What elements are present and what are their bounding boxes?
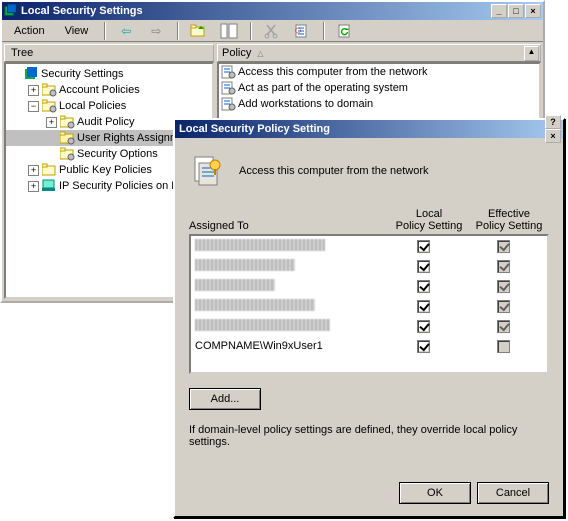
assigned-to-row[interactable]: [191, 256, 547, 276]
tree-tab[interactable]: Tree: [4, 44, 214, 62]
assigned-to-row[interactable]: [191, 296, 547, 316]
policy-item-label: Access this computer from the network: [238, 66, 428, 78]
dialog-titlebar[interactable]: Local Security Policy Setting ? ×: [175, 120, 563, 138]
refresh-icon[interactable]: [334, 21, 356, 41]
effective-policy-checkbox: [497, 260, 510, 273]
policy-list-item[interactable]: Add workstations to domain: [219, 96, 539, 112]
policy-item-label: Add workstations to domain: [238, 98, 373, 110]
policy-setting-dialog: Local Security Policy Setting ? × Access…: [173, 118, 565, 518]
folder-icon: [42, 163, 56, 177]
shield-icon: [24, 67, 38, 81]
local-policy-checkbox[interactable]: [417, 260, 430, 273]
minimize-button[interactable]: _: [491, 4, 507, 18]
app-icon: [4, 4, 18, 18]
effective-policy-checkbox: [497, 300, 510, 313]
tree-spacer: [46, 149, 57, 160]
main-title: Local Security Settings: [21, 5, 491, 17]
assigned-to-name: [195, 319, 383, 334]
policy-name: Access this computer from the network: [239, 165, 429, 177]
ok-button[interactable]: OK: [399, 482, 471, 504]
local-policy-checkbox[interactable]: [417, 300, 430, 313]
policy-item-icon: [221, 81, 235, 95]
close-button[interactable]: ×: [525, 4, 541, 18]
sort-asc-icon: △: [257, 49, 263, 58]
menu-view[interactable]: View: [59, 23, 95, 39]
menu-action[interactable]: Action: [8, 23, 51, 39]
collapse-icon[interactable]: −: [28, 101, 39, 112]
assigned-to-row[interactable]: COMPNAME\Win9xUser1: [191, 336, 547, 356]
add-button[interactable]: Add...: [189, 388, 261, 410]
policy-column-header[interactable]: Policy △ ▲: [217, 44, 541, 62]
folder-gear-icon: [60, 147, 74, 161]
policy-item-icon: [221, 97, 235, 111]
effective-policy-checkbox: [497, 340, 510, 353]
folder-gear-icon: [42, 99, 56, 113]
forward-button[interactable]: ⇨: [145, 21, 167, 41]
tree-item-label: Public Key Policies: [59, 164, 152, 176]
policy-item-label: Act as part of the operating system: [238, 82, 408, 94]
assigned-to-row[interactable]: [191, 276, 547, 296]
assigned-to-name: [195, 239, 383, 254]
dialog-title: Local Security Policy Setting: [179, 123, 545, 135]
tree-item-label: Local Policies: [59, 100, 126, 112]
assigned-to-row[interactable]: [191, 316, 547, 336]
assigned-to-list[interactable]: COMPNAME\Win9xUser1: [189, 234, 549, 374]
expand-icon[interactable]: +: [28, 165, 39, 176]
tree-item-label: Audit Policy: [77, 116, 134, 128]
tree-item-label: Account Policies: [59, 84, 140, 96]
effective-policy-checkbox: [497, 280, 510, 293]
assigned-to-name: [195, 279, 383, 294]
local-policy-checkbox[interactable]: [417, 320, 430, 333]
policy-icon: [193, 155, 225, 187]
effective-policy-checkbox: [497, 240, 510, 253]
folder-gear-icon: [42, 83, 56, 97]
show-hide-tree-icon[interactable]: [218, 21, 240, 41]
expand-icon[interactable]: +: [28, 85, 39, 96]
assigned-to-header: Assigned To: [189, 208, 389, 232]
policy-list-item[interactable]: Access this computer from the network: [219, 64, 539, 80]
expand-icon[interactable]: +: [28, 181, 39, 192]
local-policy-checkbox[interactable]: [417, 280, 430, 293]
tree-item[interactable]: + Account Policies: [6, 82, 212, 98]
netbook-icon: [42, 179, 56, 193]
policy-item-icon: [221, 65, 235, 79]
effective-policy-header: EffectivePolicy Setting: [469, 208, 549, 232]
folder-gear-icon: [60, 115, 74, 129]
toolbar: Action View ⇦ ⇨: [2, 20, 543, 42]
main-titlebar[interactable]: Local Security Settings _ □ ×: [2, 2, 543, 20]
maximize-button[interactable]: □: [508, 4, 524, 18]
dialog-column-headers: Assigned To LocalPolicy Setting Effectiv…: [189, 208, 549, 232]
tree-spacer: [10, 69, 21, 80]
help-button[interactable]: ?: [545, 115, 561, 129]
policy-list-item[interactable]: Act as part of the operating system: [219, 80, 539, 96]
assigned-to-name: COMPNAME\Win9xUser1: [195, 340, 383, 352]
cut-icon[interactable]: [261, 21, 283, 41]
effective-policy-checkbox: [497, 320, 510, 333]
tree-item[interactable]: − Local Policies: [6, 98, 212, 114]
folder-gear-open-icon: [60, 131, 74, 145]
expand-icon[interactable]: +: [46, 117, 57, 128]
dialog-close-button[interactable]: ×: [545, 129, 561, 143]
assigned-to-name: [195, 299, 383, 314]
tree-item-label: Security Settings: [41, 68, 124, 80]
tree-item[interactable]: Security Settings: [6, 66, 212, 82]
up-folder-icon[interactable]: [188, 21, 210, 41]
tree-spacer: [46, 133, 57, 144]
local-policy-checkbox[interactable]: [417, 340, 430, 353]
back-button[interactable]: ⇦: [115, 21, 137, 41]
cancel-button[interactable]: Cancel: [477, 482, 549, 504]
local-policy-checkbox[interactable]: [417, 240, 430, 253]
assigned-to-name: [195, 259, 383, 274]
scroll-up-button[interactable]: ▲: [524, 46, 539, 61]
assigned-to-row[interactable]: [191, 236, 547, 256]
override-note: If domain-level policy settings are defi…: [189, 424, 549, 448]
tree-item-label: Security Options: [77, 148, 158, 160]
local-policy-header: LocalPolicy Setting: [389, 208, 469, 232]
properties-icon[interactable]: [291, 21, 313, 41]
